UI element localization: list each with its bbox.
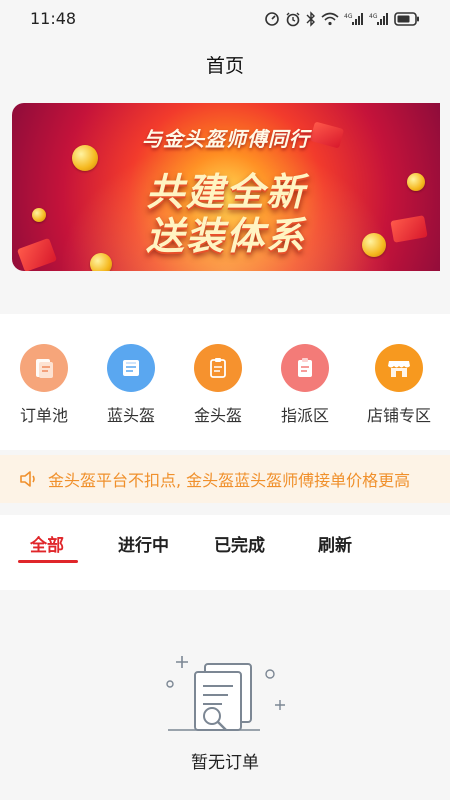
shortcut-order-pool[interactable]: 订单池 [0, 344, 88, 426]
shortcut-label: 蓝头盔 [106, 406, 155, 425]
header: 首页 [0, 38, 450, 90]
bluetooth-icon [306, 11, 316, 27]
notice-text: 金头盔平台不扣点, 金头盔蓝头盔师傅接单价格更高 [48, 471, 411, 490]
empty-state: 暂无订单 [0, 640, 450, 800]
empty-orders-icon [160, 648, 290, 752]
battery-icon [394, 12, 420, 26]
status-time: 11:48 [30, 9, 77, 28]
order-tabs: 全部 进行中 已完成 刷新 [0, 515, 450, 590]
alarm-icon [285, 11, 301, 27]
shortcut-label: 店铺专区 [366, 406, 431, 425]
shortcut-label: 金头盔 [193, 406, 242, 425]
tab-refresh[interactable]: 刷新 [318, 531, 352, 556]
banner-headline-2: 送装体系 [145, 214, 306, 258]
tab-completed[interactable]: 已完成 [214, 531, 265, 556]
signal-4g-icon: 4G [344, 12, 364, 26]
shortcut-blue-helmet[interactable]: 蓝头盔 [87, 344, 175, 426]
shortcut-label: 订单池 [19, 406, 68, 425]
wifi-icon [321, 12, 339, 26]
shortcut-grid: 订单池 蓝头盔 金头盔 指派区 店铺专区 [0, 314, 450, 450]
shortcut-shop[interactable]: 店铺专区 [355, 344, 443, 426]
shortcut-label: 指派区 [280, 406, 329, 425]
tab-all[interactable]: 全部 [30, 531, 64, 556]
tab-in-progress[interactable]: 进行中 [118, 531, 169, 556]
signal-4g-icon: 4G [369, 12, 389, 26]
shortcut-assign-area[interactable]: 指派区 [261, 344, 349, 426]
order-pool-icon [20, 344, 68, 392]
banner-subtitle: 与金头盔师傅同行 [142, 127, 310, 151]
signal-label-2: 4G [369, 13, 378, 20]
shortcut-gold-helmet[interactable]: 金头盔 [174, 344, 262, 426]
status-icons: 4G 4G [264, 11, 420, 27]
tab-active-indicator [18, 560, 78, 563]
page-title: 首页 [205, 54, 244, 77]
notice-bar[interactable]: 金头盔平台不扣点, 金头盔蓝头盔师傅接单价格更高 [0, 455, 450, 503]
gold-helmet-icon [194, 344, 242, 392]
data-saver-icon [264, 11, 280, 27]
signal-label-1: 4G [344, 13, 353, 20]
shop-icon [375, 344, 423, 392]
promo-banner[interactable]: 与金头盔师傅同行 共建全新 送装体系 [12, 103, 440, 271]
blue-helmet-icon [107, 344, 155, 392]
empty-state-text: 暂无订单 [191, 753, 259, 773]
speaker-icon [18, 469, 40, 489]
status-bar: 11:48 4G 4G [0, 0, 450, 38]
assign-area-icon [281, 344, 329, 392]
